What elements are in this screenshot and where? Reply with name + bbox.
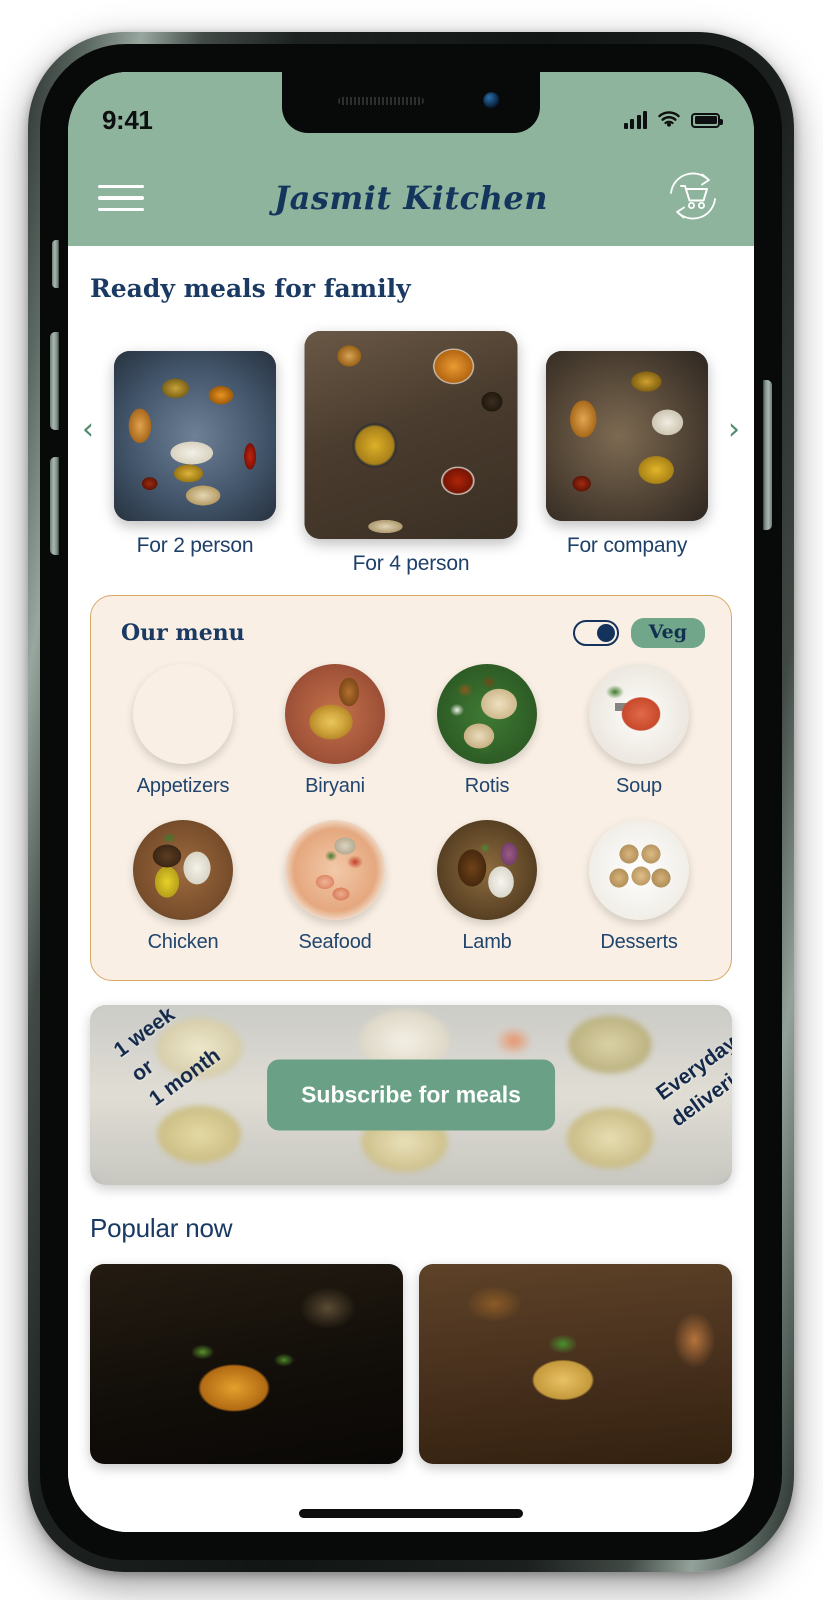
page-title: Jasmit Kitchen: [274, 179, 548, 217]
menu-category-label: Seafood: [298, 931, 372, 953]
phone-device-frame: 9:41 Jasmit Kitchen Ready meals for fami…: [28, 32, 794, 1572]
carousel-label: For 4 person: [352, 552, 470, 575]
menu-category-label: Soup: [616, 775, 662, 797]
veg-toggle-knob: [597, 623, 616, 642]
front-camera-icon: [483, 92, 500, 109]
subscription-cart-icon[interactable]: [662, 165, 724, 232]
appetizers-image: [133, 664, 233, 764]
menu-category-appetizers[interactable]: Appetizers: [107, 664, 259, 798]
ready-meals-heading: Ready meals for family: [90, 274, 411, 303]
wifi-icon: [658, 111, 680, 127]
popular-now-heading: Popular now: [90, 1213, 233, 1243]
subscribe-for-meals-button[interactable]: Subscribe for meals: [267, 1059, 555, 1131]
rotis-image: [437, 664, 537, 764]
seafood-image: [285, 820, 385, 920]
phone-notch: [282, 72, 540, 133]
hamburger-menu-icon[interactable]: [98, 177, 144, 220]
carousel-label: For 2 person: [136, 534, 254, 557]
menu-category-chicken[interactable]: Chicken: [107, 820, 259, 954]
our-menu-heading: Our menu: [121, 620, 245, 646]
popular-card-paneer-curry[interactable]: [419, 1264, 732, 1464]
carousel-prev-icon[interactable]: ‹: [82, 415, 94, 445]
meal-image-for-4-person: [304, 331, 518, 539]
popular-now-grid: [68, 1244, 754, 1464]
meal-image-for-company: [546, 351, 708, 521]
menu-category-grid: Appetizers Biryani Rotis Soup Chicken Se…: [107, 664, 715, 954]
chicken-image: [133, 820, 233, 920]
banner-delivery-text: Everyday deliveries: [652, 1031, 732, 1132]
power-button[interactable]: [763, 380, 772, 530]
menu-category-label: Desserts: [600, 931, 678, 953]
menu-category-label: Biryani: [305, 775, 365, 797]
status-bar-time: 9:41: [102, 104, 153, 135]
subscribe-banner[interactable]: 1 week or 1 month Everyday deliveries Su…: [90, 1005, 732, 1185]
menu-category-label: Rotis: [464, 775, 510, 797]
carousel-item-for-company[interactable]: For company: [546, 351, 708, 558]
soup-image: [589, 664, 689, 764]
cellular-signal-icon: [623, 111, 647, 129]
desserts-image: [589, 820, 689, 920]
earpiece-speaker-icon: [338, 97, 424, 105]
menu-category-rotis[interactable]: Rotis: [411, 664, 563, 798]
status-bar-icons: [623, 111, 723, 129]
ready-meals-carousel[interactable]: ‹ › For 2 person For 4 person For compan…: [68, 323, 754, 576]
volume-up-button[interactable]: [50, 332, 59, 430]
menu-category-seafood[interactable]: Seafood: [259, 820, 411, 954]
our-menu-header: Our menu Veg: [107, 618, 715, 648]
our-menu-card: Our menu Veg Appetizers Biryani Rotis So…: [90, 595, 732, 981]
menu-category-desserts[interactable]: Desserts: [563, 820, 715, 954]
home-indicator-bar[interactable]: [299, 1509, 523, 1518]
mute-switch-button[interactable]: [52, 240, 59, 288]
phone-screen: 9:41 Jasmit Kitchen Ready meals for fami…: [68, 72, 754, 1532]
menu-category-biryani[interactable]: Biryani: [259, 664, 411, 798]
volume-down-button[interactable]: [50, 457, 59, 555]
app-header-bar: Jasmit Kitchen: [68, 150, 754, 246]
banner-duration-text: 1 week or 1 month: [109, 1005, 225, 1111]
carousel-item-for-4-person[interactable]: For 4 person: [304, 331, 518, 576]
popular-card-gobi-manchurian[interactable]: [90, 1264, 403, 1464]
menu-category-lamb[interactable]: Lamb: [411, 820, 563, 954]
app-scroll-content[interactable]: Ready meals for family ‹ › For 2 person …: [68, 246, 754, 1532]
veg-toggle-switch[interactable]: [572, 620, 619, 646]
battery-full-icon: [691, 112, 723, 128]
carousel-next-icon[interactable]: ›: [728, 415, 740, 445]
menu-category-soup[interactable]: Soup: [563, 664, 715, 798]
biryani-image: [285, 664, 385, 764]
carousel-item-for-2-person[interactable]: For 2 person: [114, 351, 276, 558]
veg-filter-controls: Veg: [572, 618, 705, 648]
menu-category-label: Chicken: [147, 931, 219, 953]
lamb-image: [437, 820, 537, 920]
menu-category-label: Appetizers: [136, 775, 230, 797]
menu-category-label: Lamb: [462, 931, 512, 953]
veg-badge[interactable]: Veg: [630, 618, 705, 648]
meal-image-for-2-person: [114, 351, 276, 521]
carousel-label: For company: [566, 534, 688, 557]
